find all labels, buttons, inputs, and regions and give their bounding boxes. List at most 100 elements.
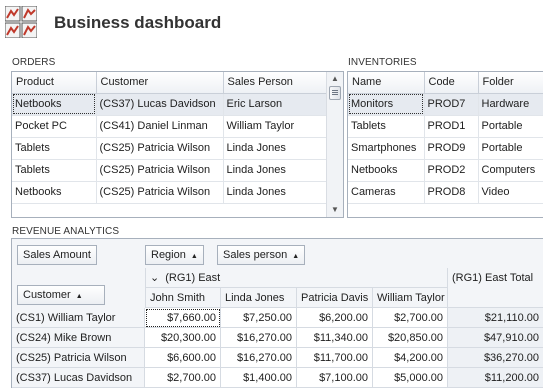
column-field-sales-person[interactable]: Sales person ▲ bbox=[217, 245, 306, 265]
row-header[interactable]: (CS1) William Taylor bbox=[12, 308, 145, 328]
scroll-up-icon[interactable]: ▲ bbox=[327, 72, 343, 86]
table-cell[interactable]: Portable bbox=[478, 115, 543, 138]
pivot-cell[interactable]: $4,200.00 bbox=[373, 348, 448, 368]
page-title: Business dashboard bbox=[54, 13, 222, 32]
table-cell[interactable]: PROD1 bbox=[424, 115, 479, 138]
table-cell[interactable]: Linda Jones bbox=[223, 159, 329, 182]
row-field-customer[interactable]: Customer ▲ bbox=[17, 285, 105, 305]
inventories-column-header-folder[interactable]: Folder bbox=[478, 72, 543, 94]
table-row[interactable]: Netbooks (CS37) Lucas Davidson Eric Lars… bbox=[12, 93, 329, 116]
table-cell[interactable]: Tablets bbox=[348, 115, 425, 138]
table-row[interactable]: Pocket PC (CS41) Daniel Linman William T… bbox=[12, 115, 329, 138]
orders-grid[interactable]: Product Customer Sales Person Netbooks (… bbox=[11, 71, 344, 218]
table-cell[interactable]: Netbooks bbox=[12, 93, 97, 116]
revenue-section-label: REVENUE ANALYTICS bbox=[12, 226, 120, 237]
table-cell[interactable]: Portable bbox=[478, 137, 543, 160]
column-header[interactable]: Patricia Davis bbox=[297, 288, 373, 308]
table-cell[interactable]: William Taylor bbox=[223, 115, 329, 138]
column-header[interactable]: John Smith bbox=[145, 288, 221, 308]
orders-column-header-sales-person[interactable]: Sales Person bbox=[223, 72, 329, 94]
table-cell[interactable]: Linda Jones bbox=[223, 137, 329, 160]
table-cell[interactable]: (CS25) Patricia Wilson bbox=[96, 159, 224, 182]
field-label: Customer bbox=[23, 289, 71, 301]
sort-ascending-icon: ▲ bbox=[190, 253, 198, 260]
row-header[interactable]: (CS25) Patricia Wilson bbox=[12, 348, 145, 368]
table-cell[interactable]: (CS25) Patricia Wilson bbox=[96, 137, 224, 160]
pivot-cell[interactable]: $7,250.00 bbox=[221, 308, 297, 328]
pivot-total-cell[interactable]: $36,270.00 bbox=[448, 348, 543, 368]
orders-section-label: ORDERS bbox=[12, 57, 56, 68]
inventories-grid[interactable]: Name Code Folder Monitors PROD7 Hardware… bbox=[347, 71, 543, 218]
table-cell[interactable]: Eric Larson bbox=[223, 93, 329, 116]
revenue-pivot-grid[interactable]: Sales Amount Region ▲ Sales person ▲ Custo… bbox=[11, 238, 543, 388]
field-label: Sales person bbox=[223, 249, 288, 261]
table-cell[interactable]: Tablets bbox=[12, 159, 97, 182]
chevron-down-icon[interactable]: ⌄ bbox=[150, 272, 159, 284]
pivot-cell[interactable]: $2,700.00 bbox=[373, 308, 448, 328]
pivot-cell[interactable]: $5,000.00 bbox=[373, 368, 448, 388]
column-field-region[interactable]: Region ▲ bbox=[145, 245, 204, 265]
table-cell[interactable]: Linda Jones bbox=[223, 181, 329, 204]
pivot-cell[interactable]: $11,340.00 bbox=[297, 328, 373, 348]
column-group-header[interactable]: ⌄ (RG1) East bbox=[145, 268, 448, 288]
column-header[interactable]: Linda Jones bbox=[221, 288, 297, 308]
table-cell[interactable]: PROD2 bbox=[424, 159, 479, 182]
table-cell[interactable]: (CS41) Daniel Linman bbox=[96, 115, 224, 138]
pivot-total-cell[interactable]: $21,110.00 bbox=[448, 308, 543, 328]
pivot-cell[interactable]: $7,660.00 bbox=[145, 308, 221, 328]
table-cell[interactable]: Hardware bbox=[478, 93, 543, 116]
table-row[interactable]: Tablets PROD1 Portable bbox=[348, 115, 543, 138]
table-cell[interactable]: Netbooks bbox=[348, 159, 425, 182]
inventories-column-header-name[interactable]: Name bbox=[348, 72, 425, 94]
scrollbar-thumb[interactable] bbox=[329, 86, 341, 100]
table-row[interactable]: Netbooks PROD2 Computers bbox=[348, 159, 543, 182]
pivot-cell[interactable]: $20,300.00 bbox=[145, 328, 221, 348]
pivot-cell[interactable]: $6,200.00 bbox=[297, 308, 373, 328]
table-row[interactable]: Cameras PROD8 Video bbox=[348, 181, 543, 204]
pivot-cell[interactable]: $1,400.00 bbox=[221, 368, 297, 388]
column-group-total-header[interactable]: (RG1) East Total bbox=[448, 268, 543, 308]
column-group-label: (RG1) East bbox=[165, 272, 221, 284]
table-cell[interactable]: PROD9 bbox=[424, 137, 479, 160]
table-cell[interactable]: (CS37) Lucas Davidson bbox=[96, 93, 224, 116]
pivot-cell[interactable]: $2,700.00 bbox=[145, 368, 221, 388]
inventories-column-header-code[interactable]: Code bbox=[424, 72, 479, 94]
table-cell[interactable]: Cameras bbox=[348, 181, 425, 204]
table-row[interactable]: Tablets (CS25) Patricia Wilson Linda Jon… bbox=[12, 137, 329, 160]
table-cell[interactable]: Video bbox=[478, 181, 543, 204]
pivot-total-cell[interactable]: $47,910.00 bbox=[448, 328, 543, 348]
table-row[interactable]: Tablets (CS25) Patricia Wilson Linda Jon… bbox=[12, 159, 329, 182]
pivot-total-cell[interactable]: $11,200.00 bbox=[448, 368, 543, 388]
inventories-section-label: INVENTORIES bbox=[348, 57, 417, 68]
column-header[interactable]: William Taylor bbox=[373, 288, 448, 308]
table-cell[interactable]: PROD7 bbox=[424, 93, 479, 116]
pivot-cell[interactable]: $20,850.00 bbox=[373, 328, 448, 348]
chart-grid-icon bbox=[5, 6, 37, 38]
orders-vertical-scrollbar[interactable]: ▲ ▼ bbox=[326, 72, 343, 217]
row-header[interactable]: (CS24) Mike Brown bbox=[12, 328, 145, 348]
pivot-cell[interactable]: $16,270.00 bbox=[221, 328, 297, 348]
sort-ascending-icon: ▲ bbox=[292, 253, 300, 260]
table-cell[interactable]: Smartphones bbox=[348, 137, 425, 160]
data-field-sales-amount[interactable]: Sales Amount bbox=[17, 245, 97, 265]
orders-column-header-customer[interactable]: Customer bbox=[96, 72, 224, 94]
table-cell[interactable]: Monitors bbox=[348, 93, 425, 116]
table-row[interactable]: Monitors PROD7 Hardware bbox=[348, 93, 543, 116]
table-cell[interactable]: (CS25) Patricia Wilson bbox=[96, 181, 224, 204]
table-cell[interactable]: Netbooks bbox=[12, 181, 97, 204]
pivot-cell[interactable]: $11,700.00 bbox=[297, 348, 373, 368]
table-cell[interactable]: Tablets bbox=[12, 137, 97, 160]
field-label: Sales Amount bbox=[23, 249, 91, 261]
table-cell[interactable]: PROD8 bbox=[424, 181, 479, 204]
pivot-cell[interactable]: $16,270.00 bbox=[221, 348, 297, 368]
pivot-cell[interactable]: $7,100.00 bbox=[297, 368, 373, 388]
scroll-down-icon[interactable]: ▼ bbox=[327, 203, 343, 217]
table-cell[interactable]: Pocket PC bbox=[12, 115, 97, 138]
table-row[interactable]: Smartphones PROD9 Portable bbox=[348, 137, 543, 160]
row-header[interactable]: (CS37) Lucas Davidson bbox=[12, 368, 145, 388]
table-row[interactable]: Netbooks (CS25) Patricia Wilson Linda Jo… bbox=[12, 181, 329, 204]
table-cell[interactable]: Computers bbox=[478, 159, 543, 182]
orders-column-header-product[interactable]: Product bbox=[12, 72, 97, 94]
sort-ascending-icon: ▲ bbox=[75, 293, 83, 300]
pivot-cell[interactable]: $6,600.00 bbox=[145, 348, 221, 368]
